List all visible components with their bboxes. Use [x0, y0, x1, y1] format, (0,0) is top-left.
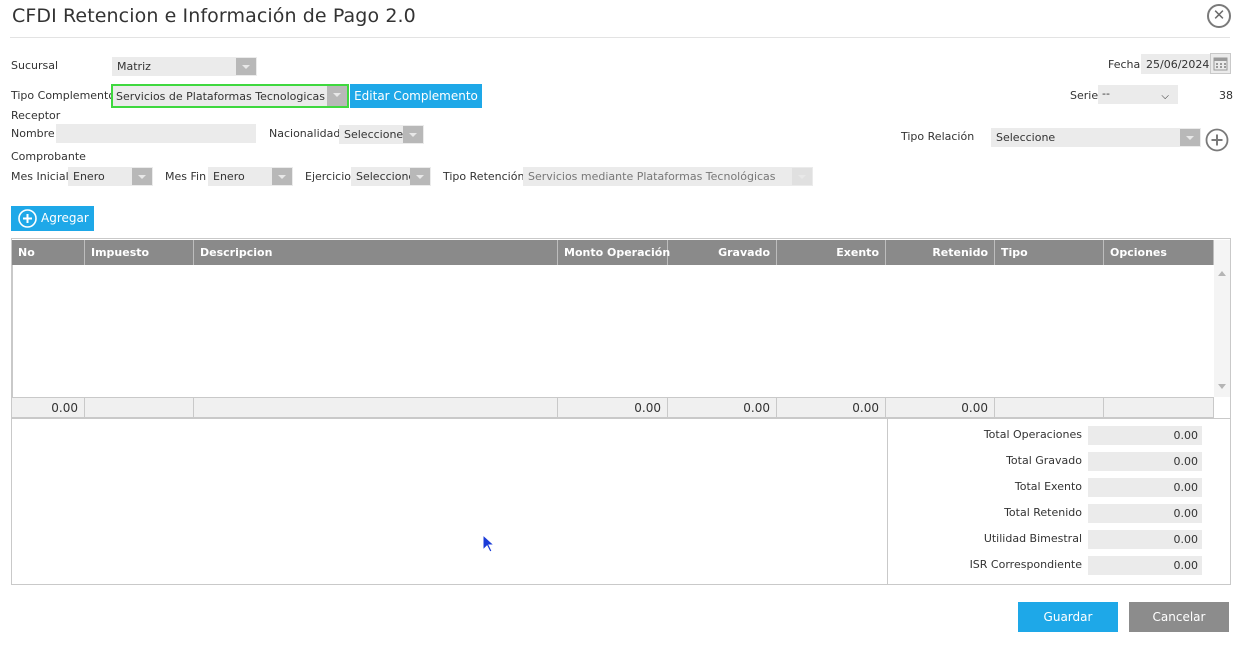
close-icon[interactable]: ✕	[1207, 4, 1231, 28]
chevron-down-icon	[132, 168, 152, 185]
chevron-down-icon	[236, 58, 256, 75]
chevron-down-icon: ⌵	[1161, 91, 1169, 102]
scroll-down-icon[interactable]	[1218, 384, 1226, 389]
nombre-label: Nombre	[11, 127, 55, 140]
col-no[interactable]: No	[12, 240, 85, 265]
footer-monto: 0.00	[558, 398, 668, 418]
folio-value: 38	[1219, 89, 1233, 102]
tipo-complemento-label: Tipo Complemento	[11, 89, 116, 102]
ejercicio-value: Seleccione	[356, 170, 416, 183]
agregar-button[interactable]: Agregar	[11, 206, 94, 231]
mes-inicial-value: Enero	[73, 170, 105, 183]
sucursal-label: Sucursal	[11, 59, 59, 72]
total-operaciones-label: Total Operaciones	[983, 428, 1082, 441]
tipo-relacion-select[interactable]: Seleccione	[991, 128, 1201, 147]
footer-impuesto	[85, 398, 194, 418]
grid-footer: 0.00 0.00 0.00 0.00 0.00	[12, 397, 1214, 418]
dialog-title: CFDI Retencion e Información de Pago 2.0	[12, 5, 416, 27]
total-exento-label: Total Exento	[1014, 480, 1082, 493]
tipo-retencion-label: Tipo Retención	[443, 170, 525, 183]
serie-value: --	[1102, 87, 1110, 100]
col-descripcion[interactable]: Descripcion	[194, 240, 558, 265]
footer-retenido: 0.00	[886, 398, 995, 418]
mes-fin-label: Mes Fin	[165, 170, 207, 183]
mouse-cursor-icon	[482, 533, 496, 554]
col-exento[interactable]: Exento	[777, 240, 886, 265]
col-impuesto[interactable]: Impuesto	[85, 240, 194, 265]
title-divider	[10, 37, 1230, 38]
tipo-complemento-select[interactable]: Servicios de Plataformas Tecnologicas	[111, 84, 349, 108]
col-monto-operacion[interactable]: Monto Operación	[558, 240, 670, 265]
ejercicio-label: Ejercicio	[305, 170, 351, 183]
grid-body	[12, 265, 1230, 397]
footer-no: 0.00	[12, 398, 85, 418]
chevron-down-icon	[410, 168, 430, 185]
scroll-up-icon[interactable]	[1218, 271, 1226, 276]
tipo-relacion-value: Seleccione	[996, 131, 1056, 144]
total-retenido-label: Total Retenido	[1004, 506, 1082, 519]
editar-complemento-button[interactable]: Editar Complemento	[350, 84, 482, 108]
mes-fin-value: Enero	[213, 170, 245, 183]
total-gravado-value: 0.00	[1088, 452, 1202, 471]
ejercicio-select[interactable]: Seleccione	[351, 167, 431, 186]
footer-exento: 0.00	[777, 398, 886, 418]
col-tipo[interactable]: Tipo	[995, 240, 1104, 265]
nombre-input[interactable]	[56, 124, 256, 143]
mes-fin-select[interactable]: Enero	[208, 167, 293, 186]
chevron-down-icon	[403, 126, 423, 143]
isr-correspondiente-value: 0.00	[1088, 556, 1202, 575]
nacionalidad-select[interactable]: Seleccione	[339, 125, 424, 144]
fecha-value: 25/06/2024	[1146, 58, 1210, 71]
fecha-label: Fecha	[1108, 58, 1141, 71]
serie-label: Serie	[1070, 89, 1099, 102]
total-operaciones-value: 0.00	[1088, 426, 1202, 445]
comprobante-heading: Comprobante	[11, 150, 86, 163]
total-retenido-value: 0.00	[1088, 504, 1202, 523]
col-gravado[interactable]: Gravado	[668, 240, 777, 265]
isr-correspondiente-label: ISR Correspondiente	[969, 558, 1082, 571]
grid-scrollbar[interactable]	[1214, 240, 1230, 397]
total-exento-value: 0.00	[1088, 478, 1202, 497]
utilidad-bimestral-value: 0.00	[1088, 530, 1202, 549]
chevron-down-icon	[1180, 129, 1200, 146]
footer-descripcion	[194, 398, 558, 418]
footer-gravado: 0.00	[668, 398, 777, 418]
serie-select[interactable]: -- ⌵	[1098, 85, 1178, 104]
plus-circle-icon[interactable]	[1205, 128, 1229, 152]
nacionalidad-value: Seleccione	[344, 128, 404, 141]
plus-circle-icon	[18, 209, 37, 228]
nacionalidad-label: Nacionalidad	[269, 127, 341, 140]
tipo-complemento-value: Servicios de Plataformas Tecnologicas	[116, 90, 325, 103]
chevron-down-icon	[792, 168, 812, 185]
col-retenido[interactable]: Retenido	[886, 240, 995, 265]
tipo-relacion-label: Tipo Relación	[901, 130, 975, 143]
summary-divider	[887, 419, 888, 584]
guardar-button[interactable]: Guardar	[1018, 602, 1118, 632]
col-opciones[interactable]: Opciones	[1104, 240, 1214, 265]
footer-opciones	[1104, 398, 1214, 418]
footer-tipo	[995, 398, 1104, 418]
cancelar-button[interactable]: Cancelar	[1129, 602, 1229, 632]
calendar-icon[interactable]	[1210, 53, 1231, 74]
tipo-retencion-select: Servicios mediante Plataformas Tecnológi…	[523, 167, 813, 186]
tipo-retencion-value: Servicios mediante Plataformas Tecnológi…	[528, 170, 776, 183]
mes-inicial-label: Mes Inicial	[11, 170, 69, 183]
grid-header: No Impuesto Descripcion Monto Operación …	[12, 240, 1214, 265]
total-gravado-label: Total Gravado	[1006, 454, 1082, 467]
chevron-down-icon	[272, 168, 292, 185]
sucursal-select[interactable]: Matriz	[112, 57, 257, 76]
utilidad-bimestral-label: Utilidad Bimestral	[983, 532, 1082, 545]
sucursal-value: Matriz	[117, 60, 151, 73]
mes-inicial-select[interactable]: Enero	[68, 167, 153, 186]
receptor-heading: Receptor	[11, 109, 61, 122]
agregar-label: Agregar	[41, 211, 89, 225]
chevron-down-icon	[327, 86, 347, 106]
